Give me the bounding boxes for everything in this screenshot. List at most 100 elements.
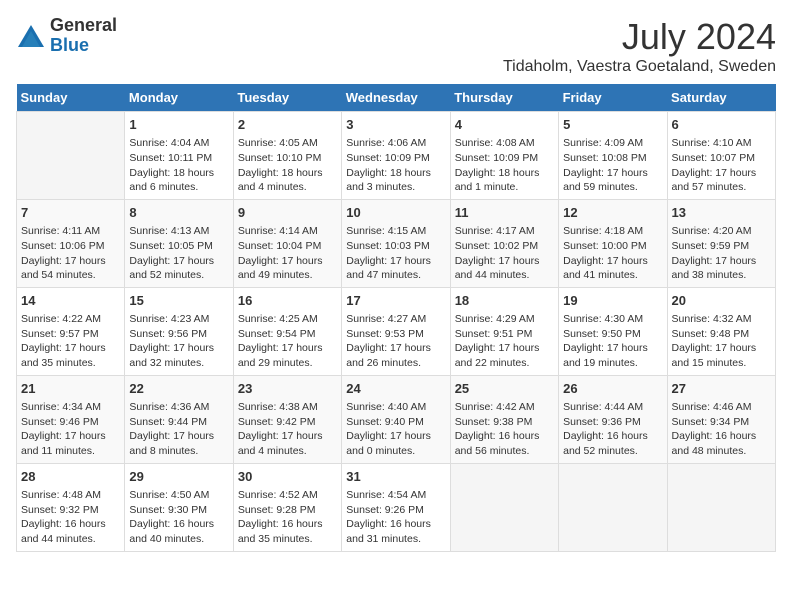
calendar-header-row: SundayMondayTuesdayWednesdayThursdayFrid… xyxy=(17,84,776,112)
header-tuesday: Tuesday xyxy=(233,84,341,112)
calendar-cell: 27 Sunrise: 4:46 AM Sunset: 9:34 PM Dayli… xyxy=(667,375,775,463)
location-title: Tidaholm, Vaestra Goetaland, Sweden xyxy=(503,58,776,76)
logo-icon xyxy=(16,21,46,51)
day-number: 22 xyxy=(129,380,228,398)
calendar-cell: 2Sunrise: 4:05 AM Sunset: 10:10 PM Dayli… xyxy=(233,112,341,200)
calendar-table: SundayMondayTuesdayWednesdayThursdayFrid… xyxy=(16,84,776,552)
day-number: 6 xyxy=(672,116,771,134)
header-sunday: Sunday xyxy=(17,84,125,112)
calendar-cell: 18Sunrise: 4:29 AM Sunset: 9:51 PM Dayli… xyxy=(450,287,558,375)
day-info: Sunrise: 4:17 AM Sunset: 10:02 PM Daylig… xyxy=(455,224,554,283)
calendar-cell: 22 Sunrise: 4:36 AM Sunset: 9:44 PM Dayli… xyxy=(125,375,233,463)
calendar-cell: 6 Sunrise: 4:10 AM Sunset: 10:07 PM Dayli… xyxy=(667,112,775,200)
day-number: 28 xyxy=(21,468,120,486)
day-number: 2 xyxy=(238,116,337,134)
day-number: 16 xyxy=(238,292,337,310)
day-info: Sunrise: 4:48 AM Sunset: 9:32 PM Dayligh… xyxy=(21,488,120,547)
day-info: Sunrise: 4:44 AM Sunset: 9:36 PM Dayligh… xyxy=(563,400,662,459)
calendar-cell xyxy=(450,463,558,551)
day-number: 20 xyxy=(672,292,771,310)
calendar-cell: 15Sunrise: 4:23 AM Sunset: 9:56 PM Dayli… xyxy=(125,287,233,375)
calendar-cell xyxy=(667,463,775,551)
calendar-cell: 14Sunrise: 4:22 AM Sunset: 9:57 PM Dayli… xyxy=(17,287,125,375)
calendar-cell: 24Sunrise: 4:40 AM Sunset: 9:40 PM Dayli… xyxy=(342,375,450,463)
day-info: Sunrise: 4:46 AM Sunset: 9:34 PM Dayligh… xyxy=(672,400,771,459)
calendar-cell: 30Sunrise: 4:52 AM Sunset: 9:28 PM Dayli… xyxy=(233,463,341,551)
day-info: Sunrise: 4:13 AM Sunset: 10:05 PM Daylig… xyxy=(129,224,228,283)
calendar-cell: 13 Sunrise: 4:20 AM Sunset: 9:59 PM Dayli… xyxy=(667,199,775,287)
calendar-cell: 10 Sunrise: 4:15 AM Sunset: 10:03 PM Dayl… xyxy=(342,199,450,287)
day-number: 25 xyxy=(455,380,554,398)
title-section: July 2024 Tidaholm, Vaestra Goetaland, S… xyxy=(503,16,776,76)
calendar-cell xyxy=(17,112,125,200)
header-wednesday: Wednesday xyxy=(342,84,450,112)
day-number: 19 xyxy=(563,292,662,310)
day-number: 11 xyxy=(455,204,554,222)
day-info: Sunrise: 4:18 AM Sunset: 10:00 PM Daylig… xyxy=(563,224,662,283)
day-number: 3 xyxy=(346,116,445,134)
calendar-cell: 26Sunrise: 4:44 AM Sunset: 9:36 PM Dayli… xyxy=(559,375,667,463)
calendar-week-3: 14Sunrise: 4:22 AM Sunset: 9:57 PM Dayli… xyxy=(17,287,776,375)
calendar-cell: 28 Sunrise: 4:48 AM Sunset: 9:32 PM Dayli… xyxy=(17,463,125,551)
day-info: Sunrise: 4:30 AM Sunset: 9:50 PM Dayligh… xyxy=(563,312,662,371)
day-info: Sunrise: 4:08 AM Sunset: 10:09 PM Daylig… xyxy=(455,136,554,195)
day-info: Sunrise: 4:14 AM Sunset: 10:04 PM Daylig… xyxy=(238,224,337,283)
header-monday: Monday xyxy=(125,84,233,112)
calendar-cell: 20 Sunrise: 4:32 AM Sunset: 9:48 PM Dayli… xyxy=(667,287,775,375)
day-number: 27 xyxy=(672,380,771,398)
day-number: 18 xyxy=(455,292,554,310)
header-friday: Friday xyxy=(559,84,667,112)
calendar-cell: 5 Sunrise: 4:09 AM Sunset: 10:08 PM Dayli… xyxy=(559,112,667,200)
day-info: Sunrise: 4:04 AM Sunset: 10:11 PM Daylig… xyxy=(129,136,228,195)
day-number: 1 xyxy=(129,116,228,134)
calendar-cell: 19 Sunrise: 4:30 AM Sunset: 9:50 PM Dayli… xyxy=(559,287,667,375)
day-number: 30 xyxy=(238,468,337,486)
day-number: 13 xyxy=(672,204,771,222)
calendar-body: 1 Sunrise: 4:04 AM Sunset: 10:11 PM Dayli… xyxy=(17,112,776,552)
calendar-week-2: 7 Sunrise: 4:11 AM Sunset: 10:06 PM Dayli… xyxy=(17,199,776,287)
day-info: Sunrise: 4:09 AM Sunset: 10:08 PM Daylig… xyxy=(563,136,662,195)
calendar-week-5: 28 Sunrise: 4:48 AM Sunset: 9:32 PM Dayli… xyxy=(17,463,776,551)
day-number: 14 xyxy=(21,292,120,310)
logo-general: General xyxy=(50,16,117,36)
logo-text: General Blue xyxy=(50,16,117,56)
day-info: Sunrise: 4:27 AM Sunset: 9:53 PM Dayligh… xyxy=(346,312,445,371)
calendar-cell: 21 Sunrise: 4:34 AM Sunset: 9:46 PM Dayli… xyxy=(17,375,125,463)
header-saturday: Saturday xyxy=(667,84,775,112)
day-info: Sunrise: 4:25 AM Sunset: 9:54 PM Dayligh… xyxy=(238,312,337,371)
day-info: Sunrise: 4:10 AM Sunset: 10:07 PM Daylig… xyxy=(672,136,771,195)
day-number: 9 xyxy=(238,204,337,222)
calendar-cell: 1 Sunrise: 4:04 AM Sunset: 10:11 PM Dayli… xyxy=(125,112,233,200)
calendar-cell: 23 Sunrise: 4:38 AM Sunset: 9:42 PM Dayli… xyxy=(233,375,341,463)
calendar-cell: 16 Sunrise: 4:25 AM Sunset: 9:54 PM Dayli… xyxy=(233,287,341,375)
calendar-cell: 3Sunrise: 4:06 AM Sunset: 10:09 PM Dayli… xyxy=(342,112,450,200)
day-number: 23 xyxy=(238,380,337,398)
calendar-cell: 25 Sunrise: 4:42 AM Sunset: 9:38 PM Dayli… xyxy=(450,375,558,463)
month-title: July 2024 xyxy=(503,16,776,58)
day-number: 7 xyxy=(21,204,120,222)
calendar-cell: 12 Sunrise: 4:18 AM Sunset: 10:00 PM Dayl… xyxy=(559,199,667,287)
calendar-cell: 4 Sunrise: 4:08 AM Sunset: 10:09 PM Dayli… xyxy=(450,112,558,200)
day-number: 31 xyxy=(346,468,445,486)
day-number: 10 xyxy=(346,204,445,222)
calendar-cell: 11 Sunrise: 4:17 AM Sunset: 10:02 PM Dayl… xyxy=(450,199,558,287)
day-info: Sunrise: 4:50 AM Sunset: 9:30 PM Dayligh… xyxy=(129,488,228,547)
day-number: 15 xyxy=(129,292,228,310)
day-info: Sunrise: 4:34 AM Sunset: 9:46 PM Dayligh… xyxy=(21,400,120,459)
calendar-cell: 29Sunrise: 4:50 AM Sunset: 9:30 PM Dayli… xyxy=(125,463,233,551)
day-info: Sunrise: 4:42 AM Sunset: 9:38 PM Dayligh… xyxy=(455,400,554,459)
day-info: Sunrise: 4:32 AM Sunset: 9:48 PM Dayligh… xyxy=(672,312,771,371)
day-info: Sunrise: 4:11 AM Sunset: 10:06 PM Daylig… xyxy=(21,224,120,283)
day-info: Sunrise: 4:20 AM Sunset: 9:59 PM Dayligh… xyxy=(672,224,771,283)
day-number: 4 xyxy=(455,116,554,134)
calendar-week-1: 1 Sunrise: 4:04 AM Sunset: 10:11 PM Dayli… xyxy=(17,112,776,200)
day-number: 21 xyxy=(21,380,120,398)
day-info: Sunrise: 4:54 AM Sunset: 9:26 PM Dayligh… xyxy=(346,488,445,547)
day-number: 17 xyxy=(346,292,445,310)
day-number: 5 xyxy=(563,116,662,134)
day-number: 12 xyxy=(563,204,662,222)
day-info: Sunrise: 4:36 AM Sunset: 9:44 PM Dayligh… xyxy=(129,400,228,459)
day-info: Sunrise: 4:38 AM Sunset: 9:42 PM Dayligh… xyxy=(238,400,337,459)
day-number: 8 xyxy=(129,204,228,222)
day-info: Sunrise: 4:15 AM Sunset: 10:03 PM Daylig… xyxy=(346,224,445,283)
